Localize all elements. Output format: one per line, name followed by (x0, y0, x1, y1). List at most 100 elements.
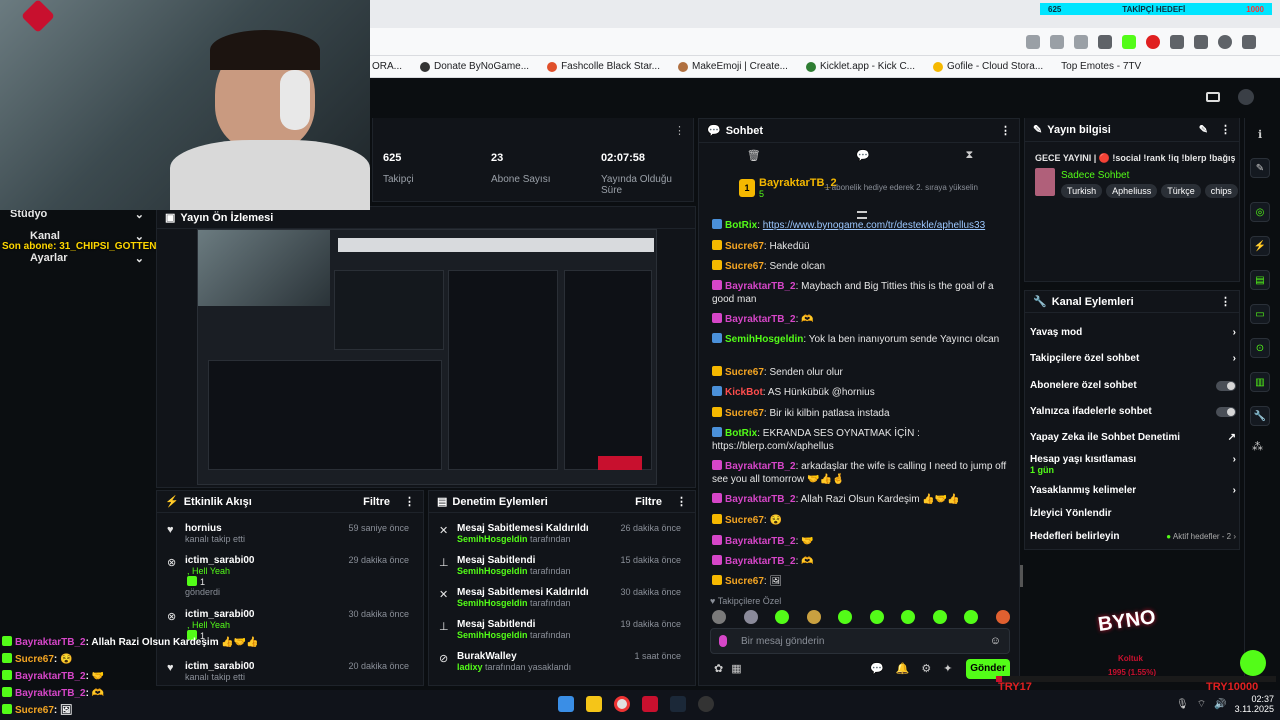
support-chat-icon[interactable] (1240, 650, 1266, 676)
more-vertical-icon[interactable]: ⋮ (1220, 295, 1231, 308)
action-goals[interactable]: Hedefleri belirleyin ● Aktif hedefler - 2… (1030, 531, 1236, 542)
profile-icon[interactable] (1218, 35, 1232, 49)
chat-username[interactable]: BayraktarTB_2 (725, 461, 796, 472)
expand-icon[interactable] (857, 211, 867, 219)
chat-username[interactable]: BayraktarTB_2 (725, 556, 796, 567)
more-vertical-icon[interactable]: ⋮ (674, 124, 685, 137)
moderation-actor[interactable]: ladixy (457, 662, 483, 672)
bookmark-3[interactable]: MakeEmoji | Create... (678, 61, 788, 72)
more-vertical-icon[interactable]: ⋮ (676, 495, 687, 508)
preview-video[interactable] (197, 229, 657, 485)
steam-icon[interactable] (670, 696, 686, 712)
wrench-rail-icon[interactable]: 🔧 (1250, 406, 1270, 426)
volume-icon[interactable]: 🔊 (1214, 699, 1226, 710)
wifi-icon[interactable]: ⌔ (1197, 698, 1206, 711)
kick-extension-icon[interactable] (1122, 35, 1136, 49)
action-account-age[interactable]: Hesap yaşı kısıtlaması 1 gün › (1030, 454, 1236, 476)
bell-icon[interactable]: 🔔 (896, 662, 910, 675)
file-explorer-icon[interactable] (586, 696, 602, 712)
list-rail-icon[interactable]: ▤ (1250, 270, 1270, 290)
store-icon[interactable]: ▦ (731, 662, 741, 675)
lightning-rail-icon[interactable]: ⚡ (1250, 236, 1270, 256)
chat-input[interactable]: Bir mesaj gönderin ☺ (710, 628, 1010, 654)
pencil-rail-icon[interactable]: ✎ (1250, 158, 1270, 178)
tag[interactable]: Turkish (1061, 184, 1103, 198)
emote-icon[interactable] (775, 610, 790, 624)
emote-icon[interactable] (995, 610, 1010, 624)
more-vertical-icon[interactable]: ⋮ (1220, 123, 1231, 136)
emote-icon[interactable] (806, 610, 821, 624)
more-icon[interactable] (1242, 35, 1256, 49)
layout-rail-icon[interactable]: ▥ (1250, 372, 1270, 392)
user-avatar[interactable] (1238, 89, 1254, 105)
kicks-icon[interactable]: ✿ (714, 662, 723, 675)
action-slow-mode[interactable]: Yavaş mod › (1030, 327, 1236, 338)
obs-icon[interactable] (698, 696, 714, 712)
moderation-actor[interactable]: SemihHosgeldin (457, 534, 528, 544)
gear-icon[interactable]: ⚙ (921, 662, 931, 675)
action-raid[interactable]: İzleyici Yönlendir (1030, 508, 1236, 519)
gift-icon[interactable]: ✦ (943, 662, 952, 675)
bookmark-0[interactable]: ORA... (372, 61, 402, 72)
emote-icon[interactable] (838, 610, 853, 624)
mic-icon[interactable] (719, 635, 727, 647)
tag[interactable]: chips (1204, 184, 1238, 198)
chat-username[interactable]: BayraktarTB_2 (725, 314, 796, 325)
emote-icon[interactable] (712, 610, 726, 624)
clock[interactable]: 02:37 3.11.2025 (1234, 694, 1274, 714)
bookmark-2[interactable]: Fashcolle Black Star... (547, 61, 660, 72)
bookmark-4[interactable]: Kicklet.app - Kick C... (805, 61, 915, 72)
app-icon[interactable] (642, 696, 658, 712)
hourglass-icon[interactable]: ⧗ (966, 149, 974, 162)
stream-category[interactable]: Sadece Sohbet (1061, 170, 1129, 181)
emoji-icon[interactable]: ☺ (990, 635, 1001, 647)
chrome-icon[interactable] (614, 696, 630, 712)
activity-filter-button[interactable]: Filtre (363, 496, 390, 508)
translate-icon[interactable] (1026, 35, 1040, 49)
moderation-actor[interactable]: SemihHosgeldin (457, 630, 528, 640)
emote-icon[interactable] (869, 610, 884, 624)
zoom-icon[interactable] (1050, 35, 1064, 49)
tag[interactable]: Türkçe (1161, 184, 1201, 198)
emote-icon[interactable] (743, 610, 758, 624)
action-followers-chat[interactable]: Takipçilere özel sohbet › (1030, 353, 1236, 364)
chat-username[interactable]: BayraktarTB_2 (725, 536, 796, 547)
apps-icon[interactable]: ⁂ (1252, 440, 1263, 453)
action-banned-words[interactable]: Yasaklanmış kelimeler › (1030, 485, 1236, 496)
star-icon[interactable] (1074, 35, 1088, 49)
more-vertical-icon[interactable]: ⋮ (1000, 124, 1011, 137)
info-icon[interactable]: ℹ (1258, 128, 1262, 141)
chat-rail-icon[interactable]: ▭ (1250, 304, 1270, 324)
chat-username[interactable]: Sucre67 (725, 241, 764, 252)
chat-username[interactable]: BayraktarTB_2 (725, 281, 796, 292)
chat-username[interactable]: Sucre67 (725, 367, 764, 378)
emote-icon[interactable] (901, 610, 916, 624)
speech-icon[interactable]: 💬 (856, 149, 870, 162)
chat-username[interactable]: Sucre67 (725, 576, 764, 587)
chat-username[interactable]: Sucre67 (725, 261, 764, 272)
moderation-actor[interactable]: SemihHosgeldin (457, 566, 528, 576)
opera-icon[interactable] (1146, 35, 1160, 49)
mic-tray-icon[interactable]: 🎙 (1176, 699, 1189, 710)
puzzle-icon[interactable] (1170, 35, 1184, 49)
chat-scrollbar[interactable] (1020, 565, 1023, 587)
chat-username[interactable]: BotRix (725, 428, 757, 439)
camera-rail-icon[interactable]: ◎ (1250, 202, 1270, 222)
chat-username[interactable]: Sucre67 (725, 408, 764, 419)
chat-username[interactable]: Sucre67 (725, 515, 764, 526)
subs-chat-toggle[interactable] (1216, 380, 1236, 391)
extension-icon[interactable] (1098, 35, 1112, 49)
emote-icon[interactable] (932, 610, 947, 624)
chat-username[interactable]: BayraktarTB_2 (725, 494, 796, 505)
speech-icon[interactable]: 💬 (870, 662, 884, 675)
windows-start-icon[interactable] (558, 696, 574, 712)
moderation-filter-button[interactable]: Filtre (635, 496, 662, 508)
emote-only-toggle[interactable] (1216, 406, 1236, 417)
chat-username[interactable]: SemihHosgeldin (725, 334, 803, 345)
trash-icon[interactable]: 🗑 (747, 149, 761, 162)
chat-username[interactable]: BotRix (725, 220, 757, 231)
broadcast-rail-icon[interactable]: ⊙ (1250, 338, 1270, 358)
emote-icon[interactable] (964, 610, 979, 624)
broadcast-icon[interactable] (1206, 92, 1220, 102)
menu-list-icon[interactable] (1194, 35, 1208, 49)
